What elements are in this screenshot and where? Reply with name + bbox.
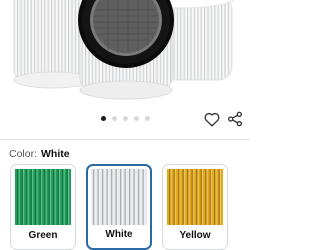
swatch-white[interactable]: White <box>86 164 152 250</box>
white-filter-thumbnail <box>91 169 147 225</box>
carousel-dot[interactable] <box>123 115 128 121</box>
swatch-label: Green <box>28 230 58 241</box>
yellow-filter-thumbnail <box>167 169 223 225</box>
green-filter-thumbnail <box>15 169 71 225</box>
selected-color-value: White <box>41 148 70 160</box>
swatch-green[interactable]: Green <box>10 164 76 250</box>
product-image[interactable] <box>0 0 250 104</box>
carousel-dot[interactable] <box>145 115 150 121</box>
carousel-dot[interactable] <box>101 115 106 121</box>
filter-illustration <box>13 0 234 100</box>
swatch-label: Yellow <box>179 230 211 241</box>
swatch-yellow[interactable]: Yellow <box>162 164 228 250</box>
variation-heading: Color: White <box>9 147 70 161</box>
image-carousel-dots[interactable] <box>101 115 150 121</box>
share-icon[interactable] <box>226 110 244 128</box>
carousel-dot[interactable] <box>112 115 117 121</box>
carousel-dot[interactable] <box>134 115 139 121</box>
heart-icon[interactable] <box>203 110 221 128</box>
variation-label: Color: <box>9 148 38 160</box>
swatch-label: White <box>105 229 133 240</box>
section-divider <box>0 139 250 140</box>
